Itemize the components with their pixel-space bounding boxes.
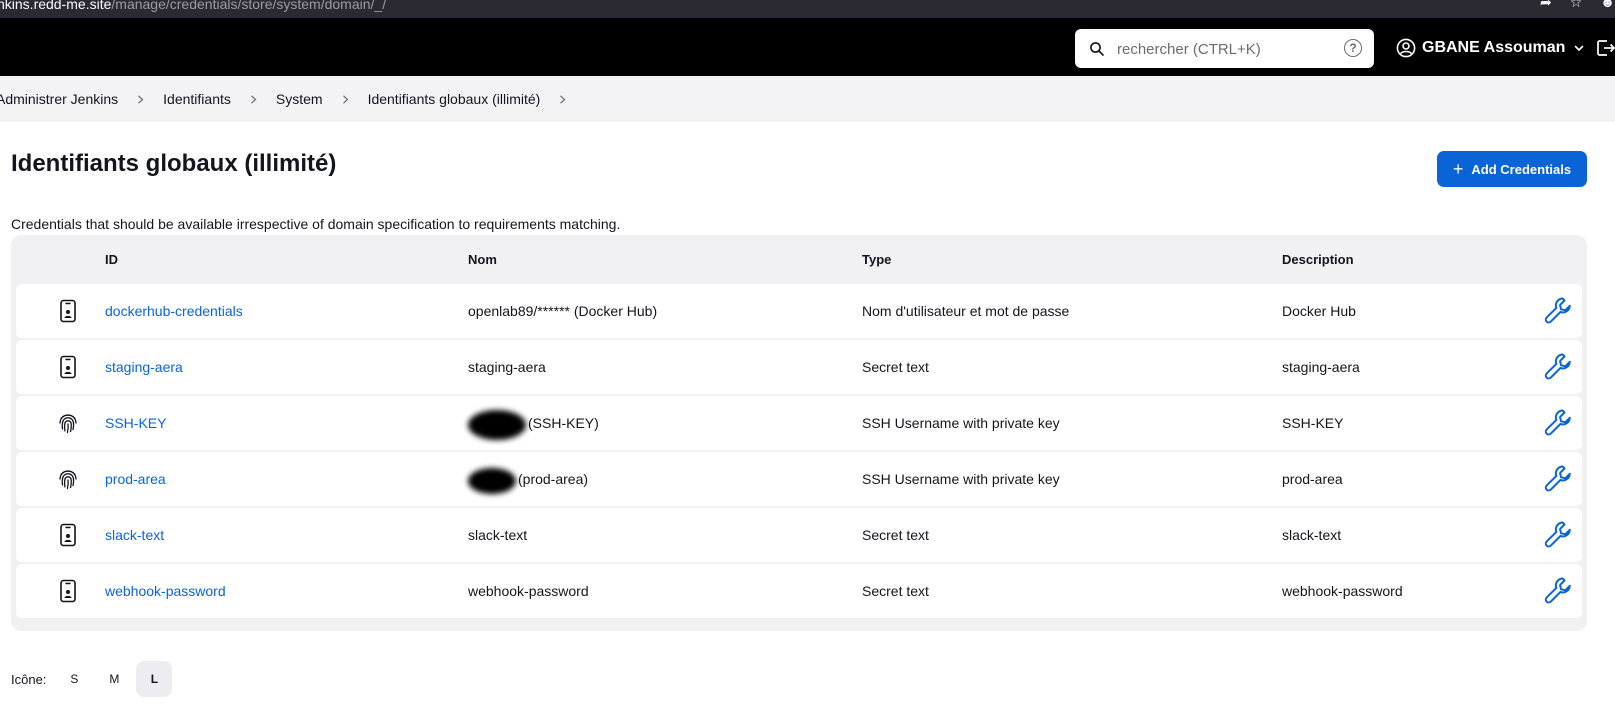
credential-type: SSH Username with private key <box>862 415 1060 431</box>
phone-id-icon <box>60 299 76 323</box>
logout-icon[interactable] <box>1596 38 1615 58</box>
chevron-right-icon <box>138 94 144 104</box>
fingerprint-icon <box>59 470 77 490</box>
column-header-type[interactable]: Type <box>862 252 891 267</box>
table-row: slack-text slack-text Secret text slack-… <box>16 508 1582 562</box>
credential-name-text: (SSH-KEY) <box>528 415 599 431</box>
wrench-icon[interactable] <box>1543 352 1573 382</box>
credential-description: webhook-password <box>1282 583 1403 599</box>
breadcrumb-system[interactable]: System <box>276 91 323 107</box>
wrench-icon[interactable] <box>1543 408 1573 438</box>
help-icon[interactable]: ? <box>1344 39 1362 57</box>
credential-id-link[interactable]: prod-area <box>105 471 166 487</box>
user-name: GBANE Assouman <box>1422 39 1566 56</box>
credential-type: SSH Username with private key <box>862 471 1060 487</box>
wrench-icon[interactable] <box>1543 464 1573 494</box>
credential-id-link[interactable]: slack-text <box>105 527 164 543</box>
credential-type: Secret text <box>862 583 929 599</box>
icon-size-selector: Icône: S M L <box>11 659 176 699</box>
user-menu[interactable]: GBANE Assouman <box>1396 36 1591 60</box>
search-input[interactable] <box>1115 37 1339 61</box>
redacted-username <box>468 410 526 440</box>
table-row: dockerhub-credentials openlab89/****** (… <box>16 284 1582 338</box>
credential-id-link[interactable]: dockerhub-credentials <box>105 303 243 319</box>
credential-name-text: (prod-area) <box>518 471 589 487</box>
search-box[interactable]: ? <box>1075 29 1374 68</box>
user-avatar-icon <box>1396 38 1416 58</box>
table-row: SSH-KEY (SSH-KEY) SSH Username with priv… <box>16 396 1582 450</box>
icon-size-l[interactable]: L <box>136 661 173 697</box>
credential-description: prod-area <box>1282 471 1343 487</box>
credential-description: slack-text <box>1282 527 1342 543</box>
phone-id-icon <box>60 355 76 379</box>
breadcrumb-administrer-jenkins[interactable]: Administrer Jenkins <box>0 91 118 107</box>
credential-name: (prod-area) <box>468 452 588 506</box>
plus-icon: + <box>1452 159 1464 179</box>
breadcrumb-identifiants-globaux[interactable]: Identifiants globaux (illimité) <box>368 91 541 107</box>
chevron-right-icon[interactable] <box>558 94 567 104</box>
credential-name: slack-text <box>468 527 528 543</box>
chevron-right-icon <box>250 94 257 104</box>
icon-size-s[interactable]: S <box>56 661 92 697</box>
phone-id-icon <box>60 579 76 603</box>
top-header: ? GBANE Assouman <box>0 18 1615 76</box>
table-row: staging-aera staging-aera Secret text st… <box>16 340 1582 394</box>
wrench-icon[interactable] <box>1543 520 1573 550</box>
credential-type: Secret text <box>862 527 929 543</box>
page-description: Credentials that should be available irr… <box>11 216 621 232</box>
redacted-username <box>468 468 516 494</box>
share-icon[interactable]: ➦ <box>1540 0 1552 10</box>
add-credentials-button[interactable]: + Add Credentials <box>1437 151 1587 187</box>
icon-size-m[interactable]: M <box>96 661 132 697</box>
url-text[interactable]: nkins.redd-me.site/manage/credentials/st… <box>0 0 386 12</box>
url-path: /manage/credentials/store/system/domain/… <box>111 0 387 12</box>
wrench-icon[interactable] <box>1543 296 1573 326</box>
credential-description: SSH-KEY <box>1282 415 1344 431</box>
url-host: nkins.redd-me.site <box>0 0 112 12</box>
search-icon <box>1090 42 1104 56</box>
chevron-down-icon <box>1575 45 1584 51</box>
icon-size-label: Icône: <box>11 671 47 687</box>
column-header-nom[interactable]: Nom <box>468 252 497 267</box>
browser-url-bar[interactable]: nkins.redd-me.site/manage/credentials/st… <box>0 0 1615 18</box>
credential-name: staging-aera <box>468 359 546 375</box>
column-header-id[interactable]: ID <box>105 252 118 267</box>
wrench-icon[interactable] <box>1543 576 1573 606</box>
table-row: webhook-password webhook-password Secret… <box>16 564 1582 618</box>
credentials-table: ID Nom Type Description dockerhub-creden… <box>11 235 1587 631</box>
add-credentials-label: Add Credentials <box>1471 161 1572 177</box>
credential-description: Docker Hub <box>1282 303 1356 319</box>
credential-id-link[interactable]: SSH-KEY <box>105 415 166 431</box>
credential-type: Secret text <box>862 359 929 375</box>
profile-icon[interactable]: ☻ <box>1600 0 1615 10</box>
breadcrumb: Administrer Jenkins Identifiants System … <box>0 76 1615 122</box>
credential-name: webhook-password <box>468 583 589 599</box>
phone-id-icon <box>60 523 76 547</box>
credential-name: (SSH-KEY) <box>468 396 599 450</box>
table-row: prod-area (prod-area) SSH Username with … <box>16 452 1582 506</box>
browser-icons: ➦ ☆ ☻ <box>1522 0 1615 11</box>
column-header-description[interactable]: Description <box>1282 252 1354 267</box>
chevron-right-icon <box>342 94 348 104</box>
credential-id-link[interactable]: staging-aera <box>105 359 183 375</box>
fingerprint-icon <box>59 414 77 434</box>
credential-name: openlab89/****** (Docker Hub) <box>468 303 658 319</box>
breadcrumb-identifiants[interactable]: Identifiants <box>163 91 231 107</box>
credential-id-link[interactable]: webhook-password <box>105 583 226 599</box>
credential-description: staging-aera <box>1282 359 1360 375</box>
credential-type: Nom d'utilisateur et mot de passe <box>862 303 1070 319</box>
page-title: Identifiants globaux (illimité) <box>11 150 337 177</box>
bookmark-star-icon[interactable]: ☆ <box>1570 0 1583 10</box>
